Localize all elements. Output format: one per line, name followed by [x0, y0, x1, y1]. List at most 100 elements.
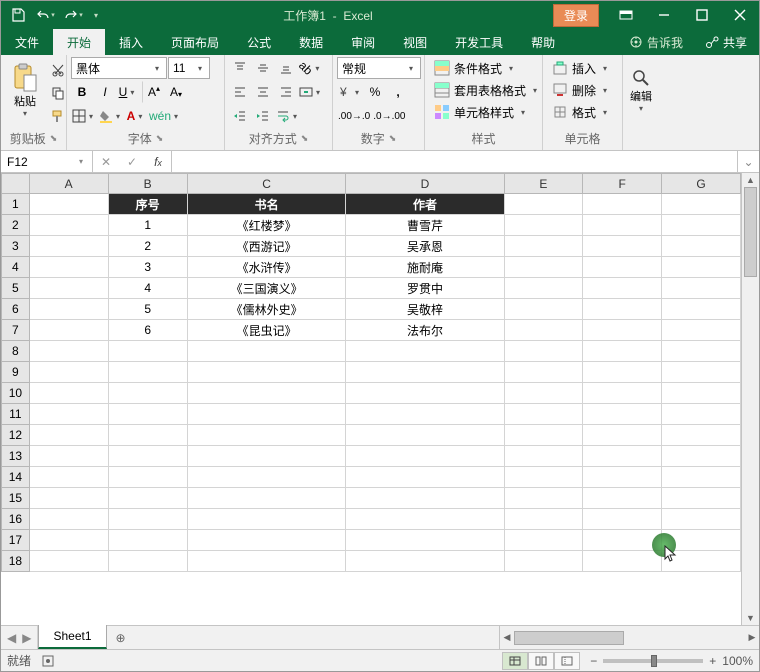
number-format-dropdown[interactable]: 常规▾: [337, 57, 421, 79]
cell[interactable]: 书名: [187, 194, 346, 215]
fx-icon[interactable]: fx: [145, 151, 171, 172]
row-header[interactable]: 17: [2, 530, 30, 551]
tab-视图[interactable]: 视图: [389, 29, 441, 55]
cell[interactable]: [504, 215, 583, 236]
cell[interactable]: [346, 425, 504, 446]
fill-color-icon[interactable]: ▾: [98, 105, 124, 127]
expand-formula-bar-icon[interactable]: ⌄: [737, 151, 759, 172]
cell[interactable]: [346, 383, 504, 404]
qat-customize-icon[interactable]: ▾: [89, 3, 103, 27]
scroll-right-icon[interactable]: ▶: [745, 632, 759, 643]
share-button[interactable]: 共享: [693, 29, 759, 55]
cell[interactable]: [504, 404, 583, 425]
sheet-nav-prev-icon[interactable]: ◀: [7, 631, 16, 645]
cell[interactable]: [346, 551, 504, 572]
zoom-level[interactable]: 100%: [722, 654, 753, 668]
cell[interactable]: [583, 425, 662, 446]
cell[interactable]: [187, 446, 346, 467]
page-layout-view-icon[interactable]: [528, 652, 554, 670]
borders-icon[interactable]: ▾: [71, 105, 97, 127]
cell[interactable]: [662, 383, 741, 404]
row-header[interactable]: 9: [2, 362, 30, 383]
add-sheet-icon[interactable]: ⊕: [107, 626, 135, 649]
number-launcher-icon[interactable]: ⬊: [389, 133, 397, 144]
name-box[interactable]: F12▾: [1, 151, 93, 172]
cell[interactable]: [108, 509, 187, 530]
delete-cells-button[interactable]: 删除▾: [547, 79, 615, 101]
undo-icon[interactable]: ▾: [33, 3, 59, 27]
cell[interactable]: 《儒林外史》: [187, 299, 346, 320]
cell[interactable]: [662, 257, 741, 278]
cell[interactable]: [504, 236, 583, 257]
tab-开发工具[interactable]: 开发工具: [441, 29, 517, 55]
underline-button[interactable]: U▾: [117, 81, 139, 103]
cell[interactable]: [662, 404, 741, 425]
row-header[interactable]: 13: [2, 446, 30, 467]
cell[interactable]: [29, 194, 108, 215]
cell[interactable]: [504, 509, 583, 530]
row-header[interactable]: 4: [2, 257, 30, 278]
cell[interactable]: [583, 551, 662, 572]
login-button[interactable]: 登录: [553, 4, 599, 27]
cell[interactable]: [662, 299, 741, 320]
cell[interactable]: [504, 320, 583, 341]
cell[interactable]: [583, 320, 662, 341]
increase-indent-icon[interactable]: [252, 105, 274, 127]
cell[interactable]: [504, 299, 583, 320]
decrease-font-icon[interactable]: A▾: [165, 81, 187, 103]
minimize-icon[interactable]: [645, 1, 683, 29]
row-header[interactable]: 10: [2, 383, 30, 404]
bold-button[interactable]: B: [71, 81, 93, 103]
cell[interactable]: [662, 362, 741, 383]
cell[interactable]: [29, 446, 108, 467]
font-size-dropdown[interactable]: 11▾: [168, 57, 210, 79]
cell[interactable]: 《三国演义》: [187, 278, 346, 299]
col-header-C[interactable]: C: [187, 174, 346, 194]
cell[interactable]: [108, 362, 187, 383]
cell[interactable]: [662, 446, 741, 467]
col-header-E[interactable]: E: [504, 174, 583, 194]
cell[interactable]: [187, 509, 346, 530]
format-painter-icon[interactable]: [47, 105, 69, 127]
cell[interactable]: [583, 215, 662, 236]
cell[interactable]: [187, 551, 346, 572]
cell[interactable]: [583, 257, 662, 278]
font-name-dropdown[interactable]: 黑体▾: [71, 57, 167, 79]
cell[interactable]: [662, 341, 741, 362]
percent-format-icon[interactable]: %: [364, 81, 386, 103]
table-format-button[interactable]: 套用表格格式▾: [429, 79, 545, 101]
wrap-text-icon[interactable]: ▾: [275, 105, 301, 127]
cell[interactable]: [504, 383, 583, 404]
cell[interactable]: [346, 341, 504, 362]
tab-审阅[interactable]: 审阅: [337, 29, 389, 55]
cell[interactable]: [583, 299, 662, 320]
cell[interactable]: 3: [108, 257, 187, 278]
cell[interactable]: [583, 446, 662, 467]
cell[interactable]: [187, 383, 346, 404]
cell[interactable]: 作者: [346, 194, 504, 215]
merge-cells-icon[interactable]: ▾: [298, 81, 324, 103]
cell[interactable]: 法布尔: [346, 320, 504, 341]
cell[interactable]: [108, 488, 187, 509]
close-icon[interactable]: [721, 1, 759, 29]
cell[interactable]: 1: [108, 215, 187, 236]
clipboard-launcher-icon[interactable]: ⬊: [50, 133, 58, 144]
select-all-corner[interactable]: [2, 174, 30, 194]
cell[interactable]: [583, 362, 662, 383]
cell[interactable]: [29, 425, 108, 446]
horizontal-scrollbar[interactable]: ◀ ▶: [499, 626, 759, 649]
cell[interactable]: [187, 467, 346, 488]
macro-record-icon[interactable]: [41, 654, 55, 668]
row-header[interactable]: 8: [2, 341, 30, 362]
cell[interactable]: [346, 446, 504, 467]
col-header-A[interactable]: A: [29, 174, 108, 194]
cell[interactable]: [662, 509, 741, 530]
sheet-nav-next-icon[interactable]: ▶: [22, 631, 31, 645]
row-header[interactable]: 16: [2, 509, 30, 530]
save-icon[interactable]: [5, 3, 31, 27]
row-header[interactable]: 7: [2, 320, 30, 341]
paste-button[interactable]: 粘贴 ▾: [5, 57, 45, 123]
cell[interactable]: [187, 341, 346, 362]
cell[interactable]: [583, 383, 662, 404]
cell[interactable]: [662, 530, 741, 551]
